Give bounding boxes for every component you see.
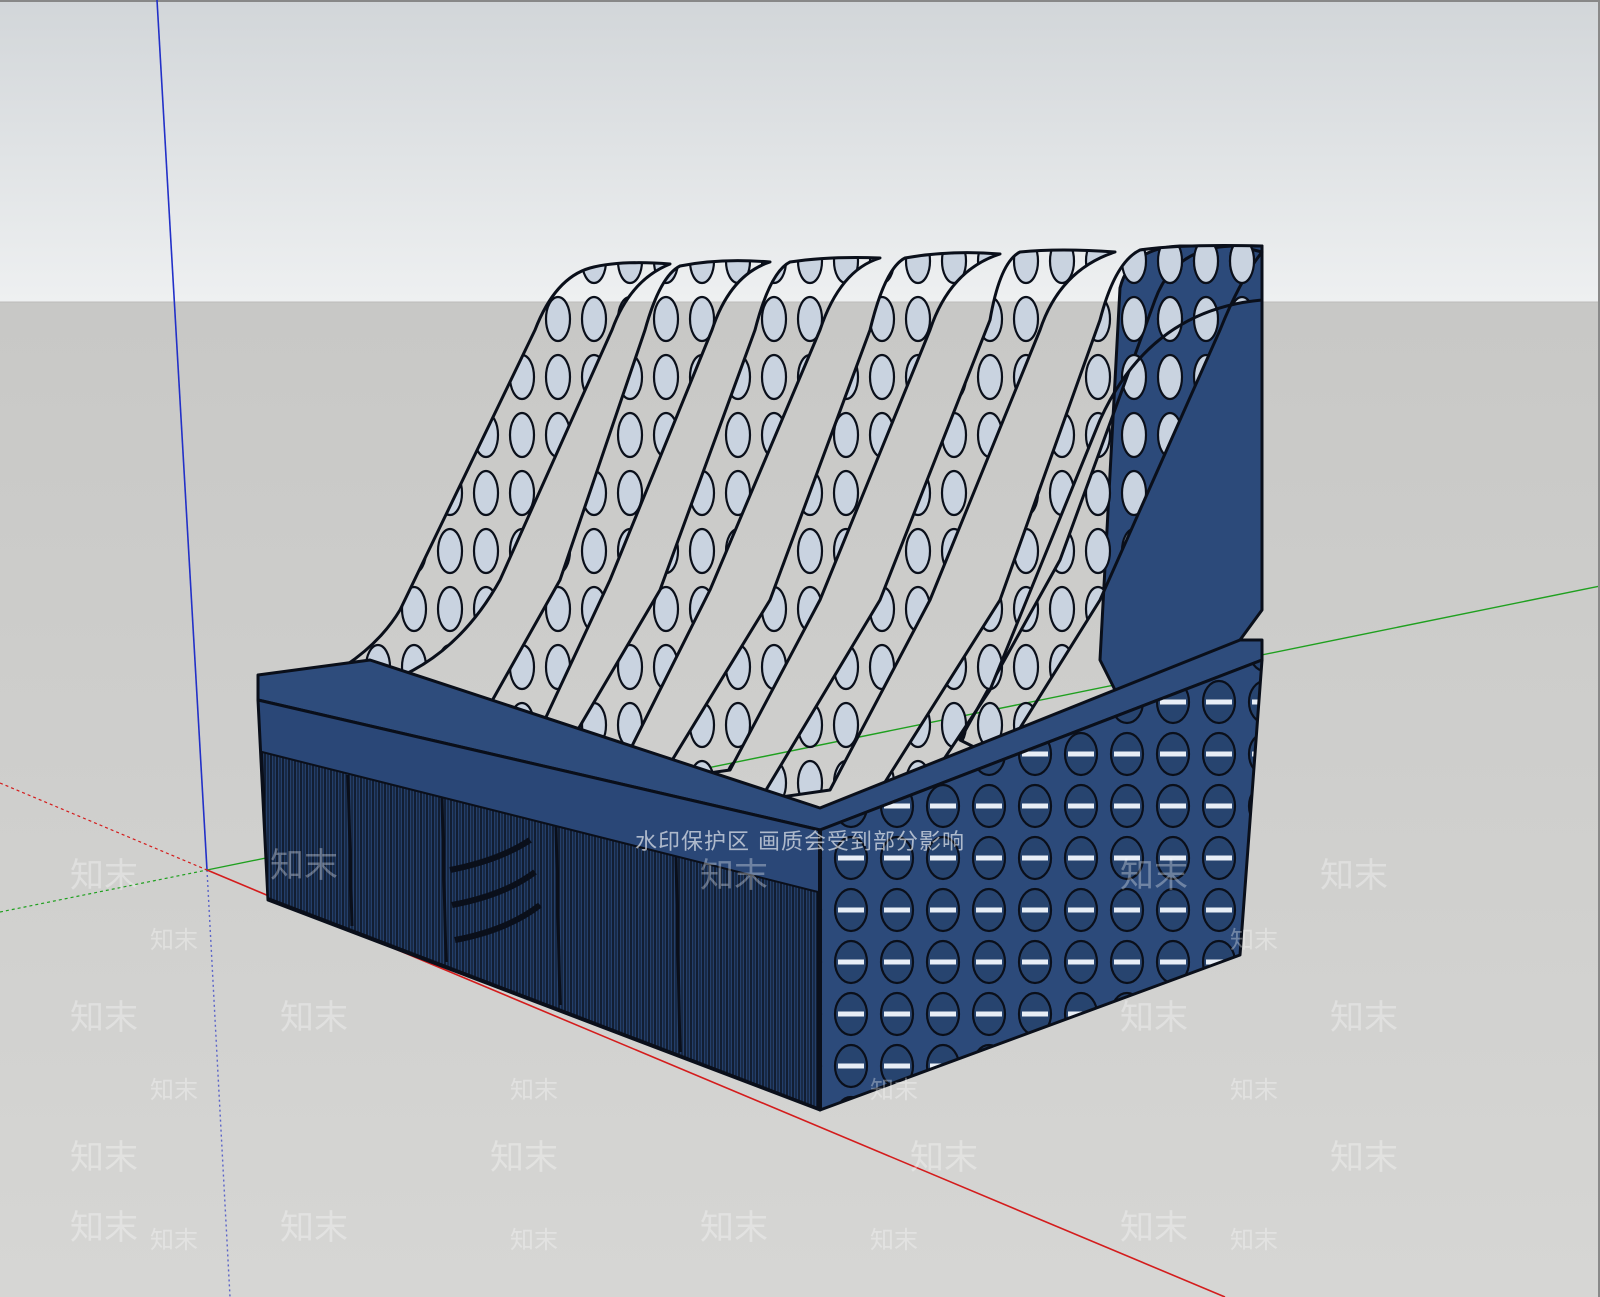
ground-plane xyxy=(0,302,1600,1297)
modeling-viewport[interactable]: 知末 知末 知末 知末 知末 知末 知末 知末 知末 知末 知末 知末 知末 知… xyxy=(0,0,1600,1297)
sky-background xyxy=(0,0,1600,302)
